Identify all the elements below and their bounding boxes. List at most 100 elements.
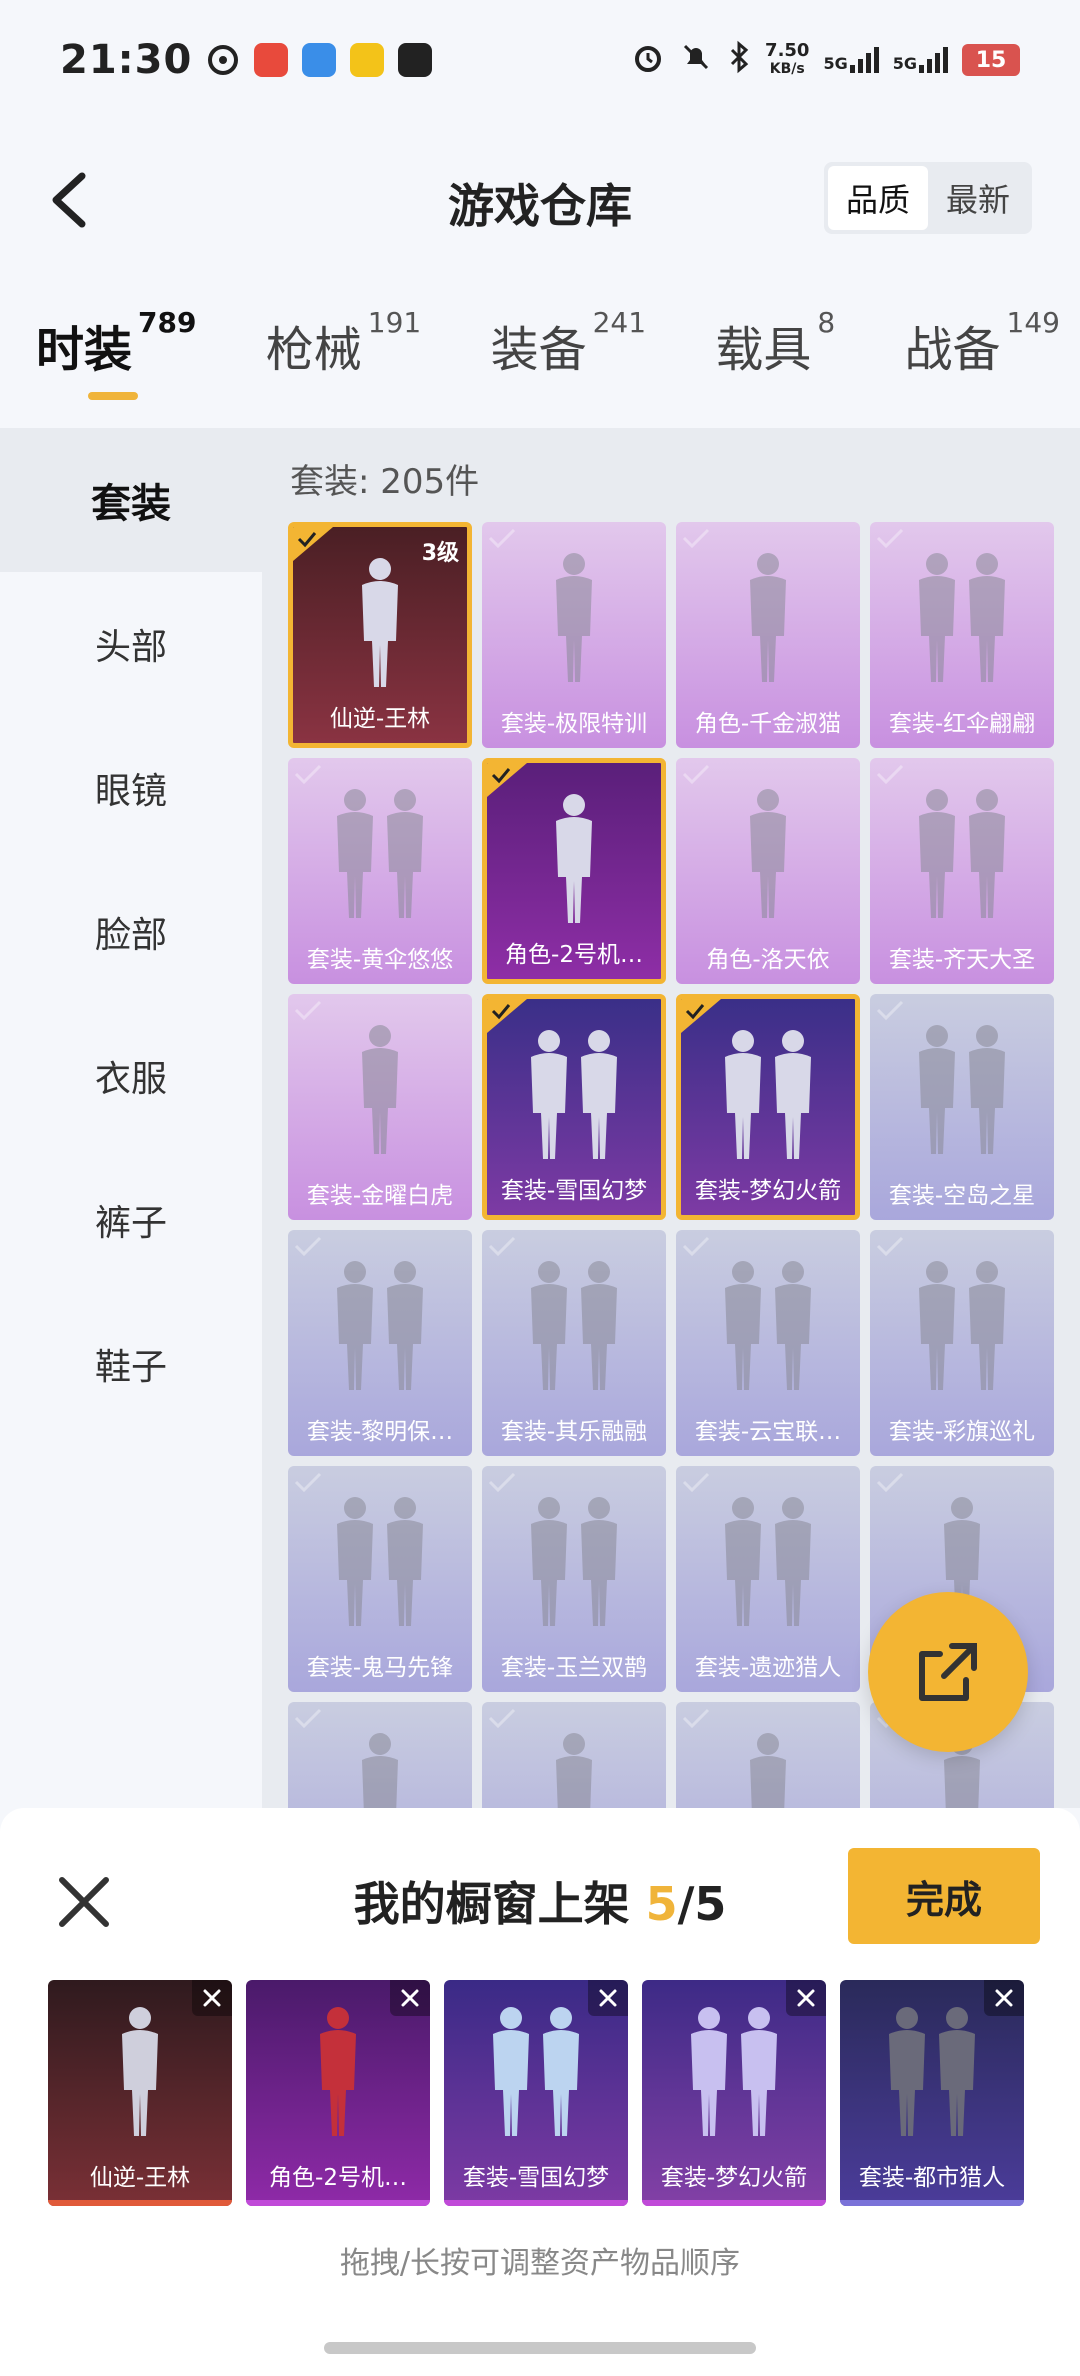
suit-card[interactable]	[288, 1702, 472, 1808]
suit-card[interactable]: 套装-遗迹猎人	[676, 1466, 860, 1692]
suit-name: 套装-金曜白虎	[306, 1183, 454, 1209]
suit-image	[718, 780, 818, 929]
suit-card[interactable]: 套装-云宝联…	[676, 1230, 860, 1456]
bluetooth-icon	[727, 40, 751, 80]
tab-battle-gear[interactable]: 战备 149	[905, 306, 1060, 380]
showcase-item-image	[664, 1998, 804, 2147]
suit-image	[330, 549, 430, 698]
category-tabs: 时装 789 枪械 191 装备 241 载具 8 战备 149	[0, 306, 1080, 420]
showcase-item[interactable]: 套装-梦幻火箭	[642, 1980, 826, 2206]
showcase-sheet: 我的橱窗上架 5/5 完成 仙逆-王林 角色-2号机… 套装-雪国幻梦 套装-梦…	[0, 1808, 1080, 2376]
suit-card[interactable]: 套装-金曜白虎	[288, 994, 472, 1220]
tab-fashion[interactable]: 时装 789	[36, 306, 196, 400]
suit-card[interactable]	[482, 1702, 666, 1808]
close-icon	[797, 1989, 815, 2007]
suit-card[interactable]: 套装-玉兰双鹊	[482, 1466, 666, 1692]
showcase-item-name: 套装-梦幻火箭	[660, 2165, 808, 2191]
unselected-check-icon	[488, 1236, 516, 1258]
suit-card[interactable]: 套装-雪国幻梦	[482, 994, 666, 1220]
remove-item-button[interactable]	[588, 1980, 628, 2016]
active-tab-indicator	[88, 392, 138, 400]
unselected-check-icon	[876, 1000, 904, 1022]
app-icon-2	[254, 43, 289, 77]
suit-card[interactable]: 角色-洛天依	[676, 758, 860, 984]
tab-vehicles[interactable]: 载具 8	[715, 306, 835, 380]
sidebar-item-face[interactable]: 脸部	[0, 860, 262, 1004]
sidebar-item-pants[interactable]: 裤子	[0, 1148, 262, 1292]
suit-card[interactable]: 套装-黎明保…	[288, 1230, 472, 1456]
app-icon-1	[206, 43, 240, 77]
suit-card[interactable]: 套装-梦幻火箭	[676, 994, 860, 1220]
suit-card[interactable]: 套装-空岛之星	[870, 994, 1054, 1220]
selected-check-icon	[487, 763, 527, 797]
rarity-bar	[246, 2200, 430, 2206]
remove-item-button[interactable]	[984, 1980, 1024, 2016]
showcase-item[interactable]: 套装-都市猎人	[840, 1980, 1024, 2206]
unselected-check-icon	[876, 764, 904, 786]
suit-card[interactable]: 套装-红伞翩翩	[870, 522, 1054, 748]
suit-card[interactable]: 套装-极限特训	[482, 522, 666, 748]
suit-card[interactable]: 套装-黄伞悠悠	[288, 758, 472, 984]
suit-name: 角色-2号机…	[505, 942, 643, 968]
suit-image	[330, 1016, 430, 1165]
suit-card[interactable]: 角色-千金淑猫	[676, 522, 860, 748]
sidebar-item-glasses[interactable]: 眼镜	[0, 716, 262, 860]
sidebar-item-suits[interactable]: 套装	[0, 428, 262, 572]
suit-name: 套装-梦幻火箭	[694, 1178, 842, 1204]
tab-guns[interactable]: 枪械 191	[266, 306, 421, 380]
suit-card[interactable]	[676, 1702, 860, 1808]
showcase-item-image	[288, 1998, 388, 2147]
remove-item-button[interactable]	[192, 1980, 232, 2016]
share-button[interactable]	[868, 1592, 1028, 1752]
sort-by-latest[interactable]: 最新	[928, 166, 1028, 230]
header: 游戏仓库 品质 最新	[0, 150, 1080, 250]
showcase-item[interactable]: 套装-雪国幻梦	[444, 1980, 628, 2206]
sort-by-quality[interactable]: 品质	[828, 166, 928, 230]
level-badge: 3级	[421, 541, 459, 566]
suit-name: 套装-黎明保…	[306, 1419, 454, 1445]
suit-card[interactable]: 套装-彩旗巡礼	[870, 1230, 1054, 1456]
sidebar-item-head[interactable]: 头部	[0, 572, 262, 716]
suit-image	[330, 1724, 430, 1808]
suit-image	[892, 544, 1032, 693]
close-icon	[599, 1989, 617, 2007]
remove-item-button[interactable]	[786, 1980, 826, 2016]
suit-image	[892, 1252, 1032, 1401]
suit-image	[310, 1252, 450, 1401]
unselected-check-icon	[876, 1236, 904, 1258]
showcase-item[interactable]: 仙逆-王林	[48, 1980, 232, 2206]
sidebar-item-clothes[interactable]: 衣服	[0, 1004, 262, 1148]
suit-card[interactable]: 角色-2号机…	[482, 758, 666, 984]
suit-card[interactable]: 套装-鬼马先锋	[288, 1466, 472, 1692]
remove-item-button[interactable]	[390, 1980, 430, 2016]
showcase-item-image	[90, 1998, 190, 2147]
unselected-check-icon	[294, 1236, 322, 1258]
done-button[interactable]: 完成	[848, 1848, 1040, 1944]
unselected-check-icon	[488, 1472, 516, 1494]
home-indicator[interactable]	[324, 2342, 756, 2354]
suit-name: 套装-其乐融融	[500, 1419, 648, 1445]
suit-image	[524, 1724, 624, 1808]
suit-card[interactable]: 套装-齐天大圣	[870, 758, 1054, 984]
app-icon-4	[350, 43, 385, 77]
sidebar-item-shoes[interactable]: 鞋子	[0, 1292, 262, 1436]
suit-name: 套装-玉兰双鹊	[500, 1655, 648, 1681]
suit-card[interactable]: 3级 仙逆-王林	[288, 522, 472, 748]
close-icon	[995, 1989, 1013, 2007]
reorder-hint: 拖拽/长按可调整资产物品顺序	[339, 2246, 741, 2281]
suit-image	[698, 1021, 838, 1170]
suit-name: 套装-鬼马先锋	[306, 1655, 454, 1681]
suit-image	[524, 785, 624, 934]
signal-2: 5G	[893, 47, 948, 73]
suit-name: 套装-彩旗巡礼	[888, 1419, 1036, 1445]
unselected-check-icon	[682, 1472, 710, 1494]
suit-image	[524, 544, 624, 693]
rarity-bar	[48, 2200, 232, 2206]
showcase-item[interactable]: 角色-2号机…	[246, 1980, 430, 2206]
suit-name: 角色-洛天依	[706, 947, 830, 973]
suit-card[interactable]: 套装-其乐融融	[482, 1230, 666, 1456]
unselected-check-icon	[294, 1708, 322, 1730]
unselected-check-icon	[488, 528, 516, 550]
tab-equipment[interactable]: 装备 241	[491, 306, 646, 380]
showcase-item-name: 套装-都市猎人	[858, 2165, 1006, 2191]
